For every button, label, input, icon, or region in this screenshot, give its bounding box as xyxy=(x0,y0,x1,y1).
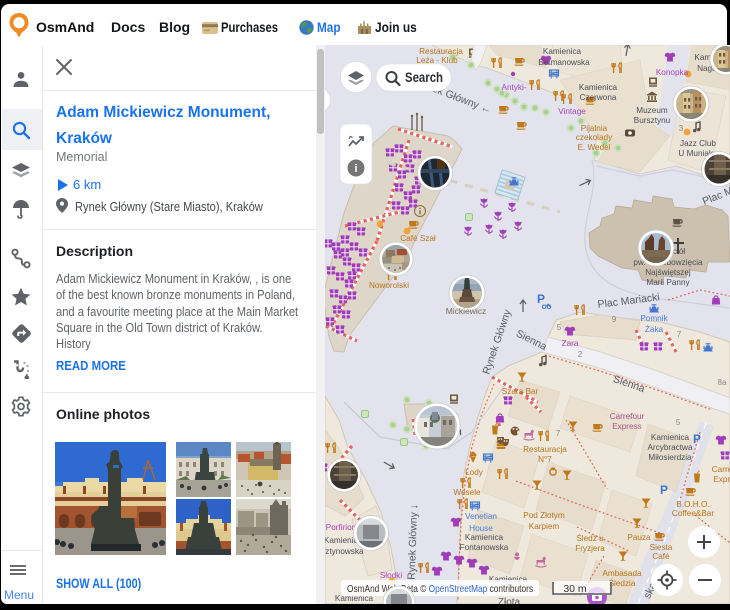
svg-text:P: P xyxy=(537,292,545,306)
svg-text:5: 5 xyxy=(557,323,562,332)
svg-text:Fontanowska: Fontanowska xyxy=(460,543,509,552)
svg-text:Leża - Klub: Leża - Klub xyxy=(416,56,458,65)
svg-text:Pijalnia: Pijalnia xyxy=(581,124,608,133)
svg-text:Pod Złotym: Pod Złotym xyxy=(523,511,565,520)
svg-text:Express: Express xyxy=(612,422,642,431)
svg-text:Bursztynowska: Bursztynowska xyxy=(325,547,364,556)
svg-text:Expre: Expre xyxy=(713,475,730,484)
svg-text:7: 7 xyxy=(677,330,682,339)
svg-text:Porfirion: Porfirion xyxy=(326,523,357,532)
svg-text:9: 9 xyxy=(612,315,617,324)
svg-text:Siesta: Siesta xyxy=(650,543,673,552)
svg-text:B.O.H.O.: B.O.H.O. xyxy=(676,500,709,509)
svg-text:Café Szał: Café Szał xyxy=(400,234,436,243)
svg-text:Ambasada: Ambasada xyxy=(602,569,642,578)
svg-text:Marii Panny: Marii Panny xyxy=(646,278,690,287)
svg-text:Bursztynu: Bursztynu xyxy=(634,116,671,125)
svg-text:Coffee&Bar: Coffee&Bar xyxy=(672,509,714,518)
svg-text:Czerwona: Czerwona xyxy=(580,93,617,102)
svg-text:Zara: Zara xyxy=(562,339,579,348)
svg-text:2: 2 xyxy=(578,350,583,359)
svg-text:Restauracja: Restauracja xyxy=(419,47,463,56)
svg-text:Pauza: Pauza xyxy=(627,533,651,542)
svg-text:Kamienica: Kamienica xyxy=(651,433,690,442)
svg-text:Najświętszej: Najświętszej xyxy=(645,268,691,277)
svg-text:Arcybractwa: Arcybractwa xyxy=(647,443,692,452)
svg-text:Venetian: Venetian xyxy=(465,512,497,521)
svg-text:Miłosierdzia: Miłosierdzia xyxy=(648,453,692,462)
svg-text:Vintage: Vintage xyxy=(558,107,586,116)
svg-text:Kamienica: Kamienica xyxy=(543,47,582,56)
svg-text:Lody: Lody xyxy=(465,468,484,477)
svg-text:Muzeum: Muzeum xyxy=(636,106,668,115)
svg-text:30 m: 30 m xyxy=(563,583,587,595)
svg-text:Pomnik: Pomnik xyxy=(640,314,668,323)
svg-text:Kamienica: Kamienica xyxy=(465,533,504,542)
svg-text:Carre: Carre xyxy=(712,465,730,474)
svg-text:Jazz Club: Jazz Club xyxy=(680,139,716,148)
svg-text:Śledzia: Śledzia xyxy=(609,577,636,588)
svg-text:Restauracja: Restauracja xyxy=(523,445,567,454)
svg-text:Café: Café xyxy=(652,552,670,561)
svg-text:Noworolski: Noworolski xyxy=(369,281,409,290)
svg-text:czekolady: czekolady xyxy=(576,133,613,142)
svg-text:Śledź u: Śledź u xyxy=(576,532,604,543)
svg-text:E. Wedel: E. Wedel xyxy=(577,143,610,152)
svg-text:5: 5 xyxy=(676,418,681,427)
svg-text:Kamienica: Kamienica xyxy=(579,83,618,92)
svg-text:Słodki: Słodki xyxy=(380,571,402,580)
svg-text:Szara Bar: Szara Bar xyxy=(502,387,539,396)
svg-text:P: P xyxy=(660,483,668,497)
svg-text:Search: Search xyxy=(405,70,443,85)
svg-text:Mickiewicz: Mickiewicz xyxy=(446,306,487,316)
svg-text:7: 7 xyxy=(556,429,561,438)
svg-text:OsmAnd Web Beta © OpenStreetMa: OsmAnd Web Beta © OpenStreetMap contribu… xyxy=(347,583,533,595)
svg-text:Złota: Złota xyxy=(498,597,521,604)
svg-text:Wesele: Wesele xyxy=(453,488,481,497)
svg-text:N°7: N°7 xyxy=(538,455,552,464)
svg-text:Konopka: Konopka xyxy=(656,68,689,77)
svg-text:3: 3 xyxy=(679,124,684,133)
svg-text:P: P xyxy=(693,432,701,446)
svg-text:House: House xyxy=(469,524,493,533)
svg-text:8a: 8a xyxy=(718,378,727,387)
svg-text:i: i xyxy=(354,163,357,175)
svg-text:Żaka: Żaka xyxy=(645,324,664,334)
svg-text:Karpiem: Karpiem xyxy=(529,522,560,531)
svg-text:Fryzjera: Fryzjera xyxy=(575,544,605,553)
svg-text:Antyki-: Antyki- xyxy=(501,83,526,92)
svg-text:Carrefour: Carrefour xyxy=(610,412,645,421)
svg-text:Betmanowska: Betmanowska xyxy=(538,58,590,67)
